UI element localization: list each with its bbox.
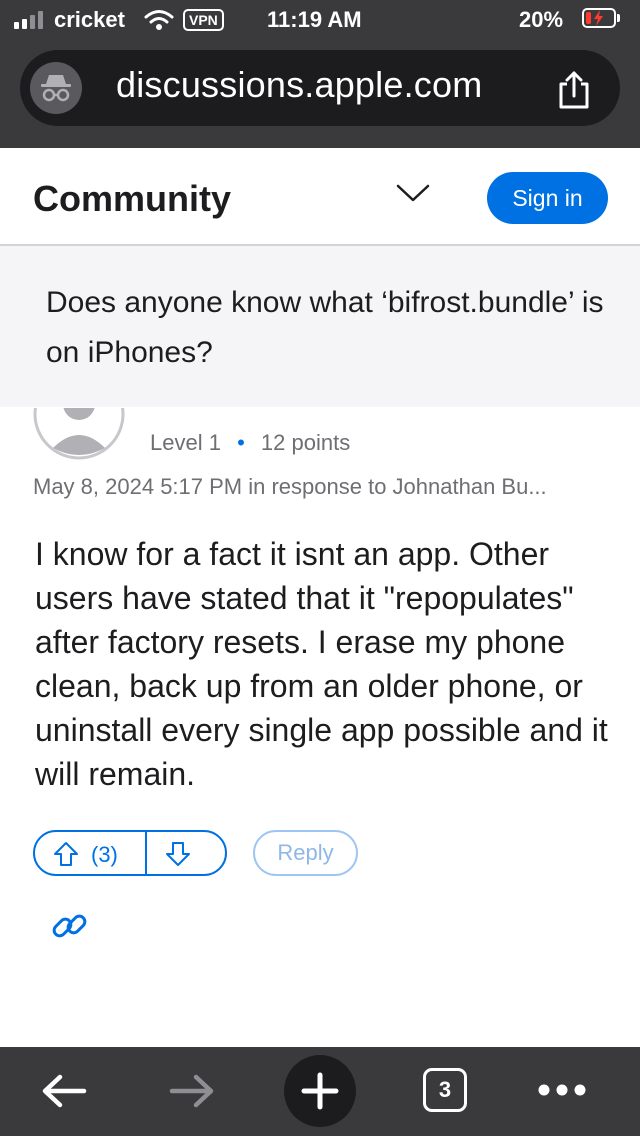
status-time: 11:19 AM — [267, 7, 362, 32]
sign-in-button[interactable]: Sign in — [487, 172, 608, 224]
signal-icon — [14, 11, 43, 29]
new-tab-button[interactable] — [284, 1055, 356, 1127]
vote-divider — [145, 832, 147, 874]
status-bar: cricket VPN 11:19 AM 20% — [0, 0, 640, 40]
address-bar[interactable]: discussions.apple.com — [20, 50, 620, 126]
link-icon[interactable] — [52, 908, 88, 944]
wifi-icon — [144, 10, 174, 30]
community-title[interactable]: Community — [33, 178, 231, 220]
reply-button[interactable]: Reply — [253, 830, 358, 876]
level-label: Level 1 — [150, 430, 221, 455]
tabs-icon[interactable]: 3 — [423, 1068, 467, 1112]
forward-icon[interactable] — [168, 1073, 216, 1109]
back-icon[interactable] — [40, 1073, 88, 1109]
author-level: Level 1 • 12 points — [150, 430, 350, 456]
plus-icon — [301, 1072, 339, 1110]
share-icon[interactable] — [554, 70, 594, 110]
browser-toolbar: 3 — [0, 1047, 640, 1136]
vote-control: (3) — [33, 830, 227, 876]
vpn-badge: VPN — [183, 9, 224, 31]
question-banner: Does anyone know what ‘bifrost.bundle’ i… — [0, 246, 640, 407]
avatar[interactable] — [33, 408, 125, 460]
points-label: 12 points — [260, 430, 351, 455]
upvote-icon[interactable] — [53, 841, 79, 867]
browser-address-area: discussions.apple.com — [0, 40, 640, 148]
reply-date[interactable]: May 8, 2024 5:17 PM in response to Johna… — [33, 474, 613, 500]
url-text[interactable]: discussions.apple.com — [116, 64, 482, 106]
carrier-name: cricket — [54, 7, 125, 32]
downvote-icon[interactable] — [165, 841, 191, 867]
vote-count: (3) — [91, 842, 118, 867]
reply-body: I know for a fact it isnt an app. Other … — [35, 536, 608, 792]
battery-percent: 20% — [519, 7, 564, 32]
more-icon[interactable] — [537, 1083, 587, 1097]
charging-bolt-icon — [594, 10, 603, 26]
community-header: Community Sign in — [0, 148, 640, 246]
battery-fill — [586, 12, 591, 24]
separator-dot: • — [237, 430, 245, 455]
incognito-icon[interactable] — [30, 62, 82, 114]
question-title[interactable]: Does anyone know what ‘bifrost.bundle’ i… — [46, 278, 606, 378]
chevron-down-icon[interactable] — [396, 182, 430, 204]
battery-nub — [617, 14, 620, 22]
battery-icon — [582, 8, 616, 28]
